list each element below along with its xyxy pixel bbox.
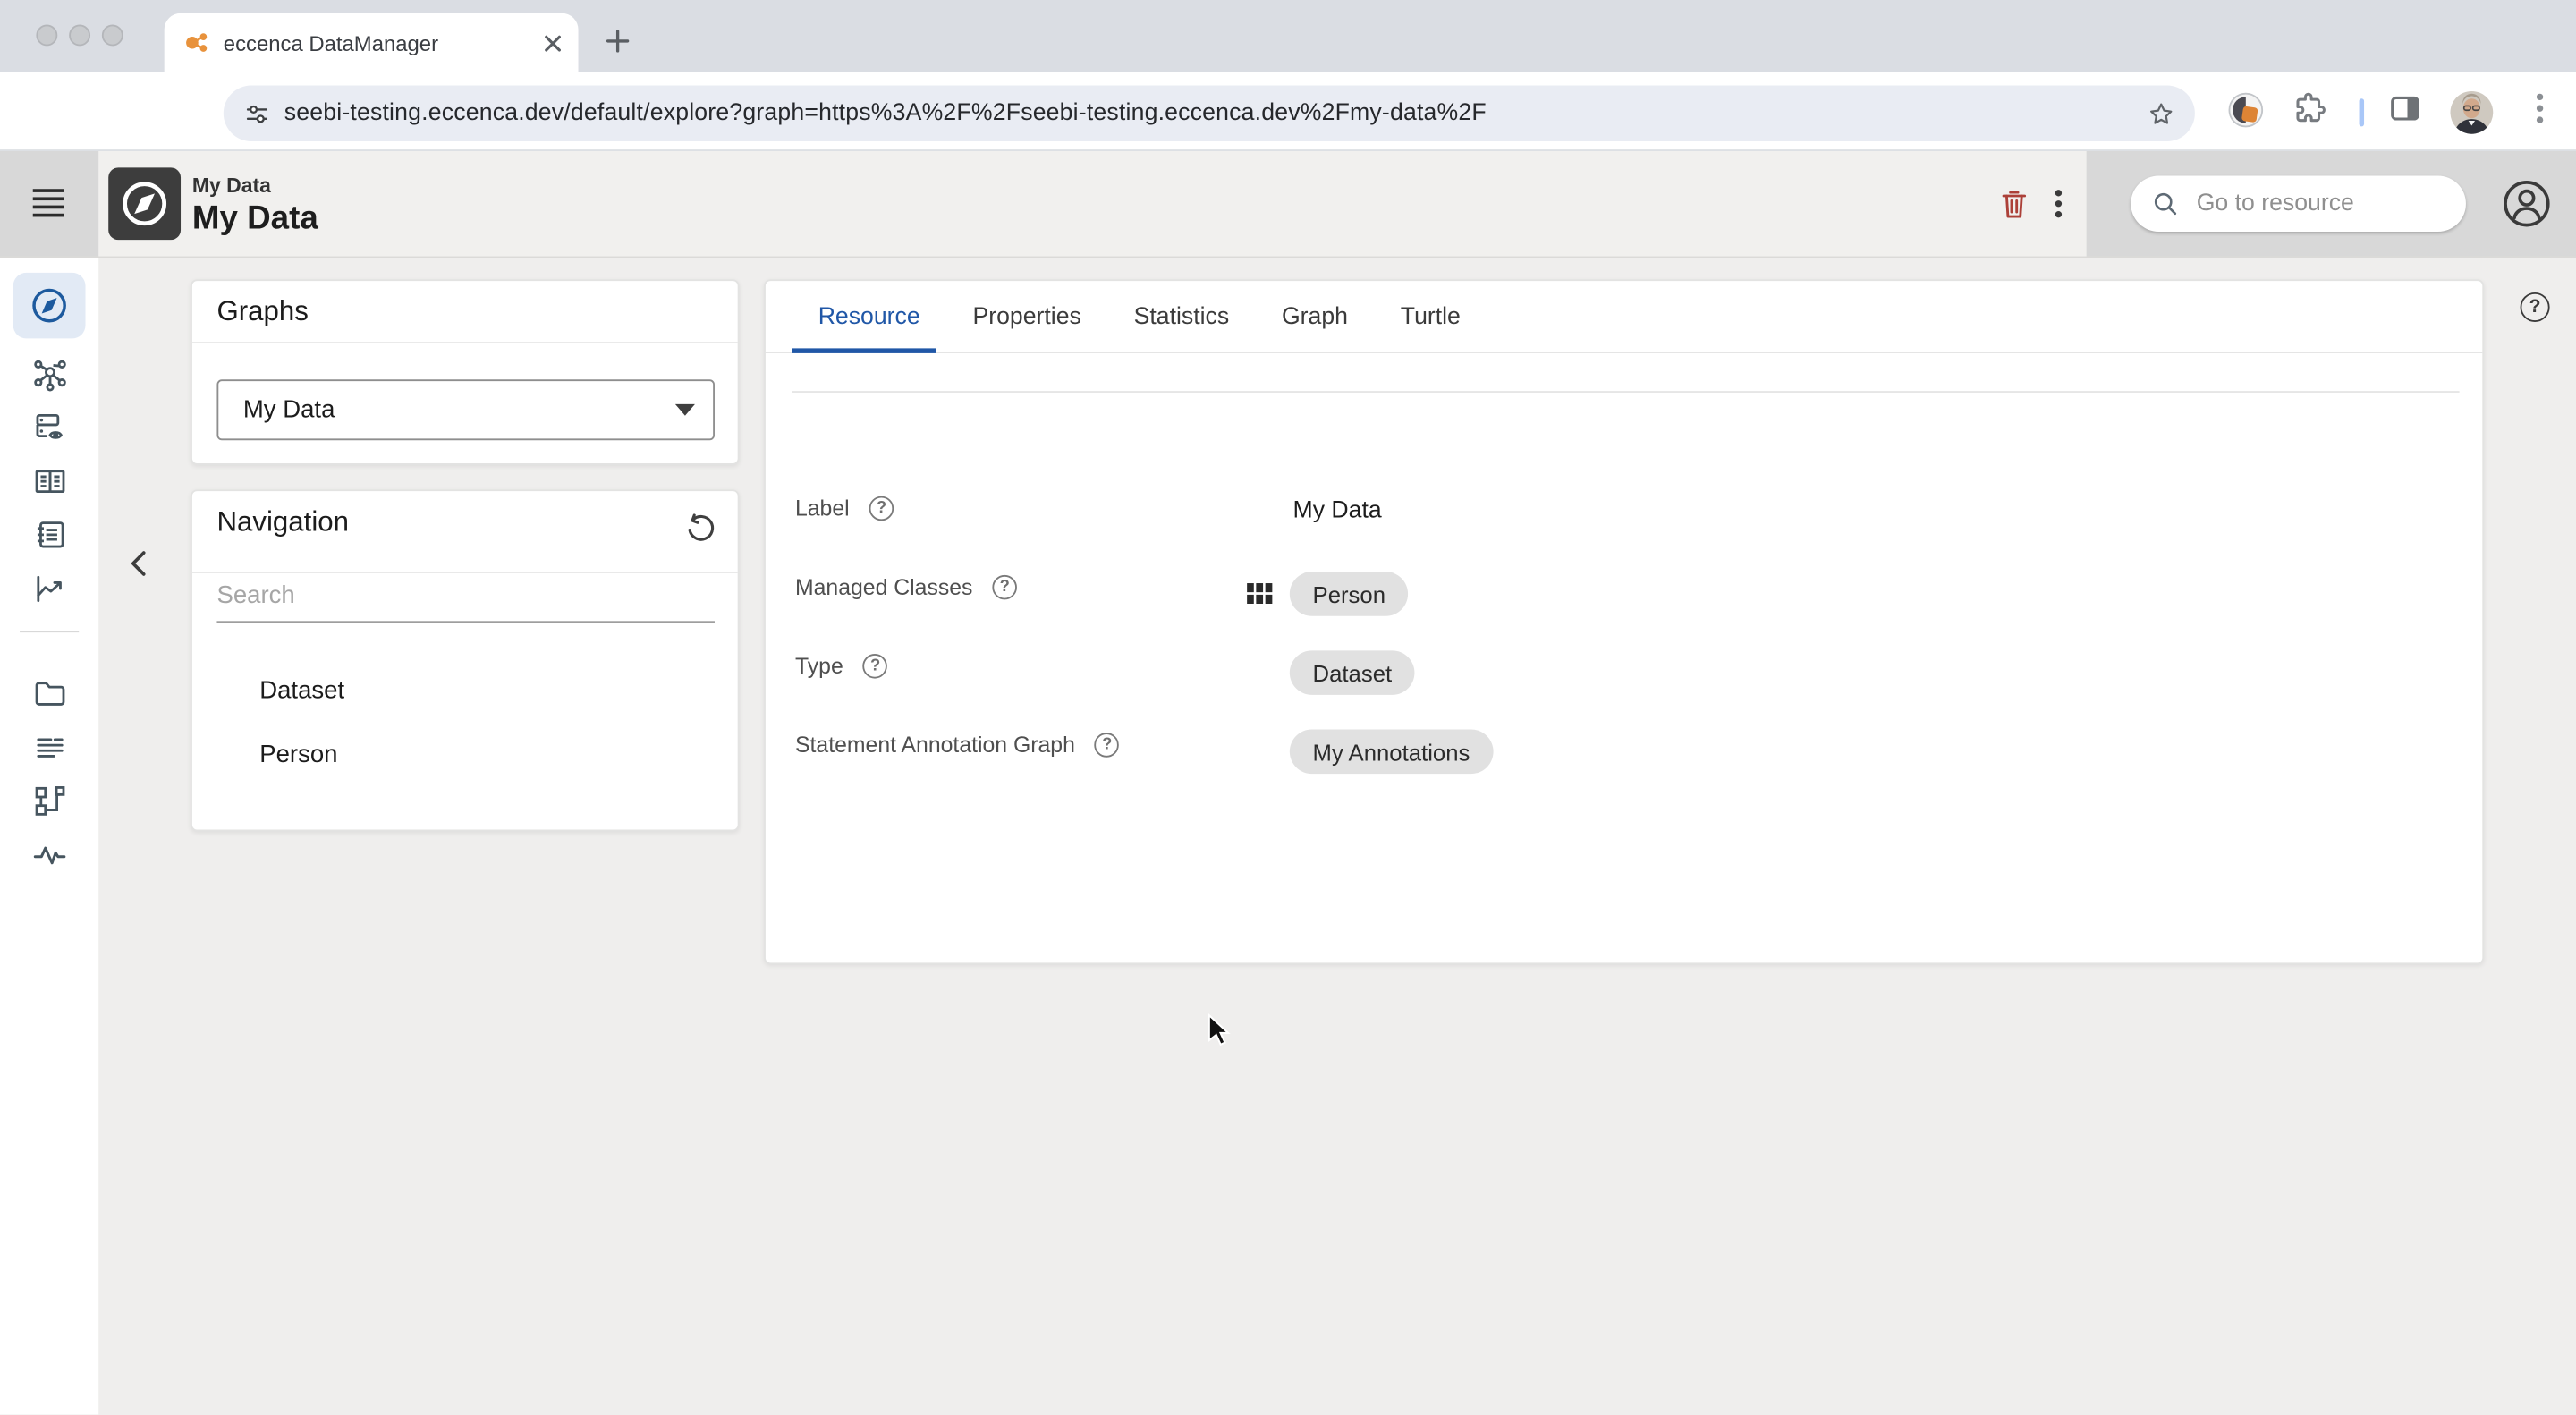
graph-select-dropdown[interactable]: My Data	[216, 379, 715, 440]
panel-divider	[192, 572, 738, 573]
resource-tabs: ResourcePropertiesStatisticsGraphTurtle	[766, 281, 2482, 353]
value-chip[interactable]: Person	[1290, 572, 1409, 616]
side-panel-icon[interactable]	[2387, 90, 2423, 126]
eccenca-favicon-icon	[184, 30, 210, 55]
site-settings-icon[interactable]	[243, 99, 271, 127]
field-label: Label	[795, 496, 850, 521]
content-area: Graphs My Data Navigation Dataset Person	[0, 258, 2576, 1414]
sidebar-item-chart-line[interactable]	[13, 555, 86, 621]
tab-properties[interactable]: Properties	[946, 280, 1107, 352]
compass-icon	[30, 286, 69, 326]
window-minimize-button[interactable]	[69, 25, 90, 47]
field-help-icon[interactable]: ?	[992, 575, 1017, 600]
address-bar[interactable]: seebi-testing.eccenca.dev/default/explor…	[224, 86, 2195, 141]
extension-button[interactable]	[2226, 90, 2266, 130]
navigation-item-dataset[interactable]: Dataset	[259, 677, 344, 705]
navigation-item-person[interactable]: Person	[259, 741, 337, 768]
go-to-resource-search[interactable]	[2131, 176, 2466, 232]
active-tab-indicator	[792, 348, 936, 353]
section-divider	[792, 391, 2459, 393]
extensions-puzzle-icon[interactable]	[2292, 90, 2327, 126]
go-to-resource-input[interactable]	[2193, 189, 2446, 218]
sidebar-item-compass[interactable]	[13, 273, 86, 338]
value-chip[interactable]: My Annotations	[1290, 730, 1493, 775]
graphs-panel: Graphs My Data	[191, 279, 739, 465]
page-title: My Data	[192, 200, 318, 238]
field-label-group: Label?	[795, 496, 894, 521]
browser-tab-title: eccenca DataManager	[224, 30, 544, 55]
tab-resource[interactable]: Resource	[792, 280, 946, 352]
class-grid-icon[interactable]	[1247, 581, 1273, 614]
window-close-button[interactable]	[36, 25, 57, 47]
navigation-search-input[interactable]	[216, 581, 715, 623]
field-help-icon[interactable]: ?	[1095, 733, 1120, 758]
browser-menu-kebab-icon[interactable]	[2523, 90, 2556, 126]
field-row: Statement Annotation Graph? My Annotation…	[766, 724, 2482, 803]
field-help-icon[interactable]: ?	[863, 654, 888, 679]
tab-turtle[interactable]: Turtle	[1374, 280, 1487, 352]
application-window: eccenca DataManager seebi-testing.eccenc…	[0, 0, 2576, 1414]
tab-graph[interactable]: Graph	[1256, 280, 1375, 352]
chart-line-icon	[30, 569, 68, 606]
value-chip[interactable]: Dataset	[1290, 650, 1415, 695]
search-icon	[2150, 189, 2180, 218]
book-open-icon	[30, 462, 68, 500]
tab-close-icon[interactable]	[544, 34, 562, 52]
field-label: Type	[795, 654, 843, 679]
browser-tab[interactable]: eccenca DataManager	[165, 13, 579, 72]
delete-graph-trash-icon[interactable]	[1996, 186, 2032, 231]
tab-statistics[interactable]: Statistics	[1107, 280, 1255, 352]
navigation-panel-title: Navigation	[216, 506, 349, 539]
mouse-cursor	[1208, 1013, 1233, 1058]
folder-icon	[30, 675, 68, 713]
text-lines-icon	[30, 729, 68, 767]
header-more-kebab-icon[interactable]	[2044, 186, 2073, 231]
window-zoom-button[interactable]	[102, 25, 123, 47]
module-sidebar	[0, 258, 98, 1414]
field-row: Type? Dataset	[766, 646, 2482, 724]
field-label-group: Statement Annotation Graph?	[795, 733, 1120, 758]
graph-select-value: My Data	[243, 396, 675, 424]
field-row: Label? My Data	[766, 488, 2482, 567]
new-tab-button[interactable]	[595, 18, 640, 64]
browser-tabstrip: eccenca DataManager	[0, 0, 2576, 72]
field-label: Managed Classes	[795, 575, 972, 600]
app-logo-compass[interactable]	[108, 167, 181, 240]
field-label-group: Managed Classes?	[795, 575, 1017, 600]
panel-divider	[192, 342, 738, 343]
workflow-icon	[30, 782, 68, 819]
browser-profile-avatar[interactable]	[2450, 90, 2495, 135]
refresh-navigation-icon[interactable]	[683, 513, 716, 554]
field-label-group: Type?	[795, 654, 887, 679]
field-label: Statement Annotation Graph	[795, 733, 1075, 758]
sidebar-divider	[20, 630, 79, 631]
collapse-panel-chevron[interactable]	[125, 547, 151, 589]
server-eye-icon	[30, 409, 68, 446]
resource-detail-card: ResourcePropertiesStatisticsGraphTurtle …	[764, 279, 2484, 964]
chip-list: Dataset	[1290, 650, 1415, 695]
bookmark-star-icon[interactable]	[2148, 99, 2175, 127]
help-icon[interactable]: ?	[2521, 292, 2550, 322]
hub-icon	[30, 356, 68, 394]
chip-list: Person	[1290, 572, 1409, 616]
graphs-panel-title: Graphs	[216, 296, 308, 329]
field-value: My Data	[1293, 498, 1382, 524]
notebook-icon	[30, 516, 68, 554]
toolbar-divider	[2360, 98, 2364, 126]
hamburger-menu-icon[interactable]	[33, 189, 64, 217]
chevron-down-icon	[675, 404, 695, 416]
chip-list: My Annotations	[1290, 730, 1493, 775]
field-help-icon[interactable]: ?	[869, 496, 894, 521]
sidebar-item-pulse[interactable]	[13, 821, 86, 886]
breadcrumb: My Data	[192, 174, 271, 198]
pulse-icon	[30, 835, 68, 873]
navigation-panel: Navigation Dataset Person	[191, 489, 739, 831]
url-text: seebi-testing.eccenca.dev/default/explor…	[284, 100, 1487, 126]
field-row: Managed Classes? Person	[766, 567, 2482, 646]
user-account-icon[interactable]	[2501, 177, 2554, 238]
